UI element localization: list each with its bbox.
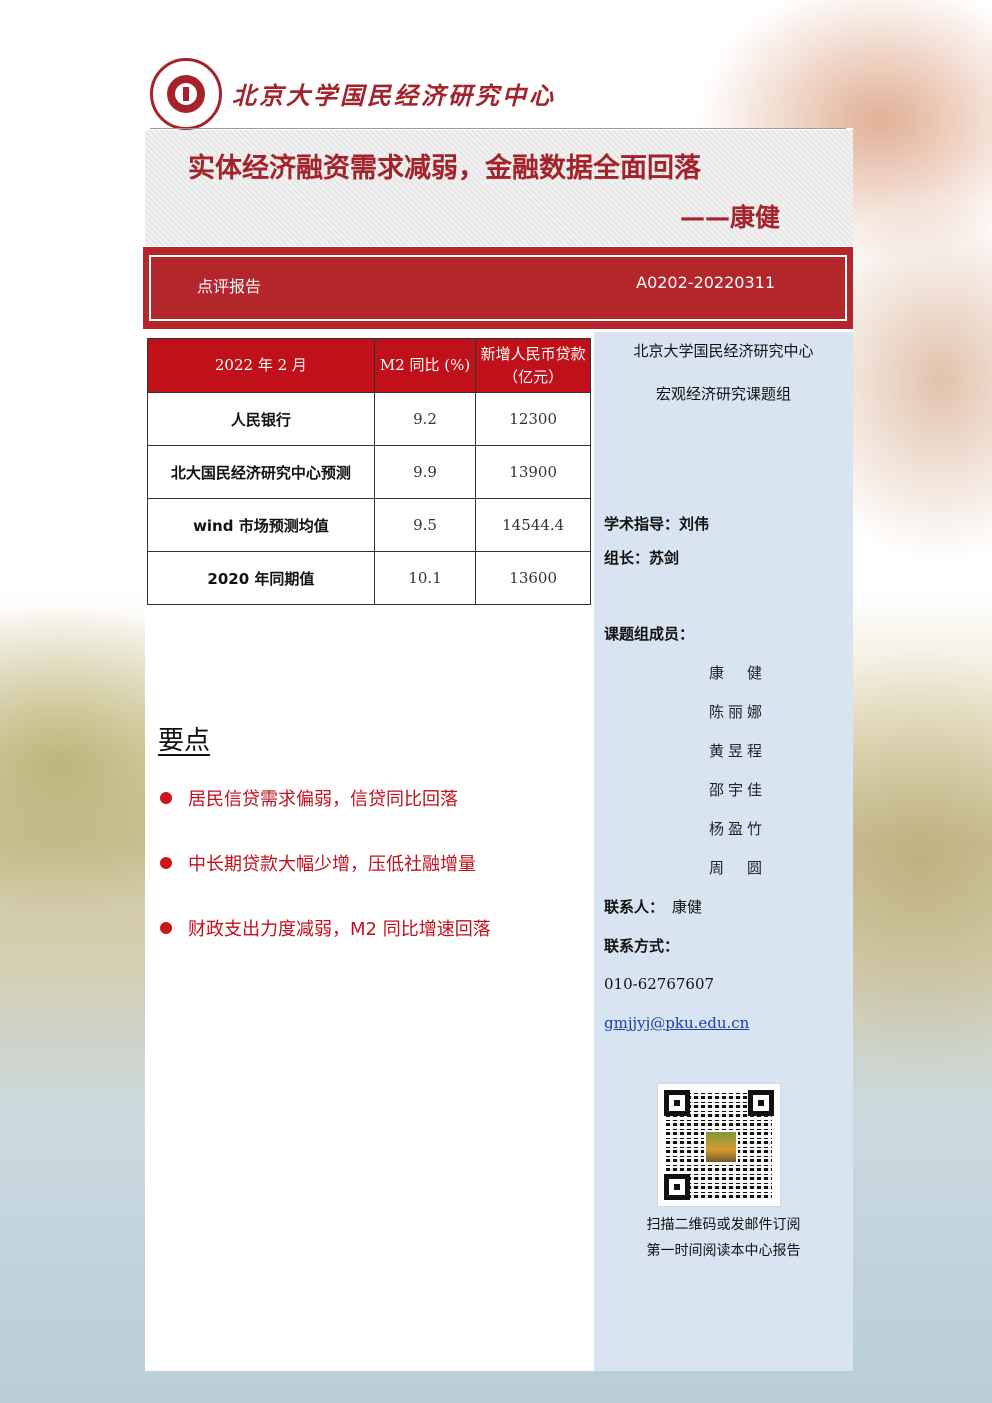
keypoint-item: 财政支出力度减弱，M2 同比增速回落 <box>160 915 491 941</box>
keypoint-item: 居民信贷需求偏弱，信贷同比回落 <box>160 785 458 811</box>
forecast-table: 2022 年 2 月 M2 同比 (%) 新增人民币贷款（亿元） 人民银行 9.… <box>147 338 591 605</box>
bullet-icon <box>160 857 172 869</box>
report-author: ——康健 <box>680 203 781 232</box>
keypoint-text: 财政支出力度减弱，M2 同比增速回落 <box>188 919 491 940</box>
row-loan: 13900 <box>475 445 591 499</box>
sidebar-member: 周 圆 <box>709 859 767 877</box>
keypoint-item: 中长期贷款大幅少增，压低社融增量 <box>160 850 476 876</box>
sidebar-group: 宏观经济研究课题组 <box>655 385 791 403</box>
table-row: 人民银行 9.2 12300 <box>147 392 591 446</box>
bullet-icon <box>160 922 172 934</box>
row-loan: 12300 <box>475 392 591 446</box>
sidebar: 北京大学国民经济研究中心 宏观经济研究课题组 学术指导：刘伟 组长：苏剑 课题组… <box>594 332 853 1371</box>
report-code: A0202-20220311 <box>636 273 775 292</box>
table-header-m2: M2 同比 (%) <box>373 338 477 393</box>
row-loan: 14544.4 <box>475 498 591 552</box>
sidebar-member: 陈丽娜 <box>709 703 767 721</box>
table-row: 北大国民经济研究中心预测 9.9 13900 <box>147 445 591 499</box>
sidebar-member: 邵宇佳 <box>709 781 767 799</box>
row-label: 人民银行 <box>147 392 375 446</box>
keypoint-text: 居民信贷需求偏弱，信贷同比回落 <box>188 789 458 810</box>
sidebar-members-label: 课题组成员： <box>604 625 695 643</box>
sidebar-member: 黄昱程 <box>709 742 767 760</box>
table-row: 2020 年同期值 10.1 13600 <box>147 551 591 605</box>
qr-code-icon <box>658 1084 780 1206</box>
table-header-row: 2022 年 2 月 M2 同比 (%) 新增人民币贷款（亿元） <box>147 338 591 393</box>
sidebar-contact-method-label: 联系方式： <box>604 937 680 955</box>
table-row: wind 市场预测均值 9.5 14544.4 <box>147 498 591 552</box>
report-type: 点评报告 <box>197 277 262 296</box>
sidebar-org: 北京大学国民经济研究中心 <box>633 342 814 360</box>
bullet-icon <box>160 792 172 804</box>
org-name: 北京大学国民经济研究中心 <box>232 81 556 110</box>
row-m2: 10.1 <box>373 551 477 605</box>
keypoint-text: 中长期贷款大幅少增，压低社融增量 <box>188 854 476 875</box>
sidebar-email-link[interactable]: gmjjyj@pku.edu.cn <box>604 1014 749 1032</box>
row-m2: 9.5 <box>373 498 477 552</box>
sidebar-advisor: 学术指导：刘伟 <box>604 515 710 533</box>
sidebar-member: 杨盈竹 <box>709 820 767 838</box>
keypoints-heading: 要点 <box>158 726 211 756</box>
sidebar-contact: 联系人： 康健 <box>604 896 702 917</box>
contact-label: 联系人： <box>604 898 665 916</box>
table-header-loan: 新增人民币贷款（亿元） <box>475 338 591 393</box>
header-divider <box>150 128 846 129</box>
subscribe-line-2: 第一时间阅读本中心报告 <box>646 1243 801 1259</box>
row-label: wind 市场预测均值 <box>147 498 375 552</box>
row-m2: 9.9 <box>373 445 477 499</box>
report-banner: 点评报告 A0202-20220311 <box>143 247 853 329</box>
row-label: 2020 年同期值 <box>147 551 375 605</box>
sidebar-leader: 组长：苏剑 <box>604 549 680 567</box>
row-loan: 13600 <box>475 551 591 605</box>
peking-university-seal-icon <box>150 58 222 130</box>
report-title: 实体经济融资需求减弱，金融数据全面回落 <box>188 153 701 184</box>
sidebar-phone: 010-62767607 <box>604 975 715 993</box>
contact-name: 康健 <box>672 898 703 916</box>
subscribe-line-1: 扫描二维码或发邮件订阅 <box>646 1217 801 1233</box>
table-header-period: 2022 年 2 月 <box>147 338 375 393</box>
row-m2: 9.2 <box>373 392 477 446</box>
sidebar-member: 康 健 <box>709 664 767 682</box>
row-label: 北大国民经济研究中心预测 <box>147 445 375 499</box>
